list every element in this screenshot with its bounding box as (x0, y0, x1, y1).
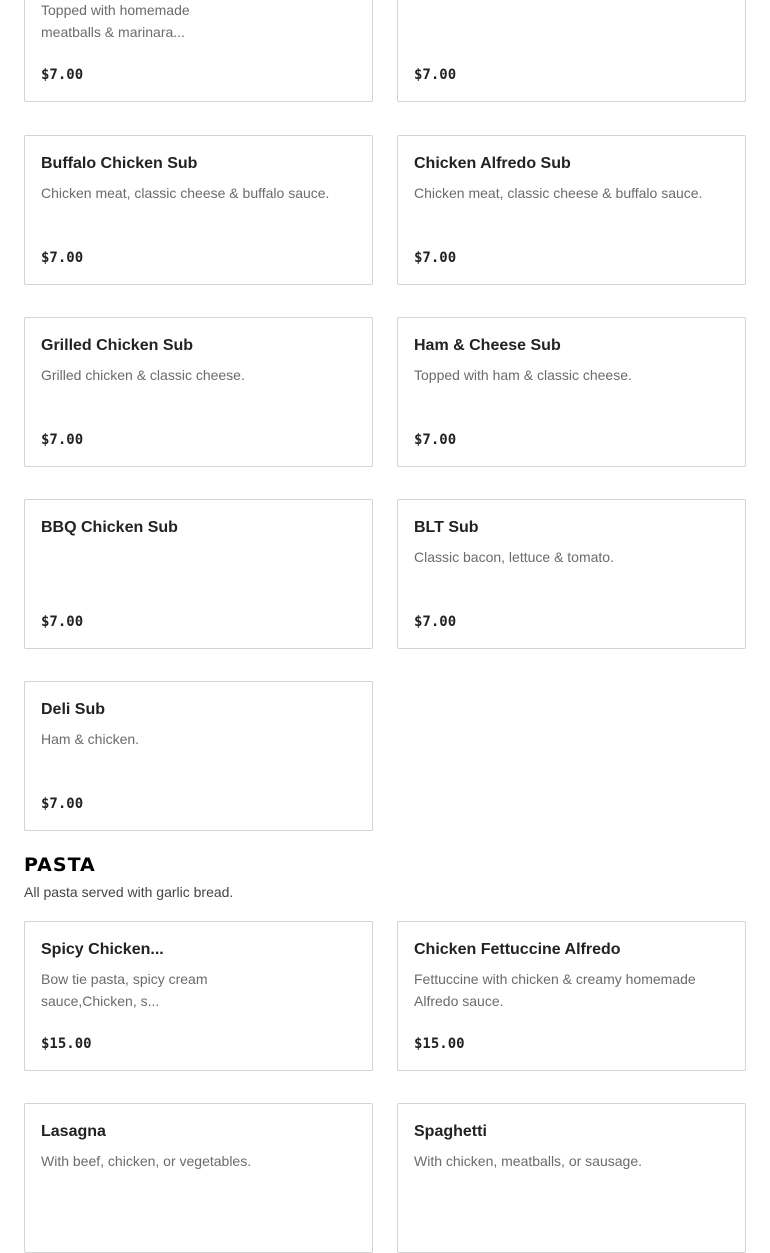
item-name: Spicy Chicken... (41, 941, 164, 958)
item-price: $7.00 (41, 67, 84, 83)
item-price: $7.00 (41, 796, 84, 812)
item-description: With chicken, meatballs, or sausage. (414, 1153, 642, 1169)
menu-item-card[interactable]: Buffalo Chicken Sub Chicken meat, classi… (24, 135, 373, 285)
menu-item-card[interactable]: $7.00 (397, 0, 746, 102)
menu-item-card[interactable]: Spicy Chicken... Bow tie pasta, spicy cr… (24, 921, 373, 1071)
item-price: $15.00 (414, 1036, 465, 1052)
item-price: $7.00 (41, 614, 84, 630)
item-description: Topped with ham & classic cheese. (414, 367, 632, 383)
item-name: BLT Sub (414, 519, 479, 536)
section-title: PASTA (24, 854, 96, 876)
item-description: Grilled chicken & classic cheese. (41, 367, 245, 383)
item-price: $7.00 (414, 250, 457, 266)
menu-item-card[interactable]: Chicken Fettuccine Alfredo Fettuccine wi… (397, 921, 746, 1071)
section-subtitle: All pasta served with garlic bread. (24, 884, 234, 900)
item-name: Buffalo Chicken Sub (41, 155, 198, 172)
item-name: Lasagna (41, 1123, 106, 1140)
item-description: Ham & chicken. (41, 731, 140, 747)
item-name: Chicken Alfredo Sub (414, 155, 571, 172)
item-description: With beef, chicken, or vegetables. (41, 1153, 252, 1169)
menu-item-card[interactable]: BLT Sub Classic bacon, lettuce & tomato.… (397, 499, 746, 649)
item-description: Chicken meat, classic cheese & buffalo s… (41, 185, 330, 201)
item-name: Grilled Chicken Sub (41, 337, 194, 354)
item-description: Topped with homemade meatballs & marinar… (41, 2, 190, 40)
menu-item-card[interactable]: Ham & Cheese Sub Topped with ham & class… (397, 317, 746, 467)
menu-item-card[interactable]: Spaghetti With chicken, meatballs, or sa… (397, 1103, 746, 1253)
item-price: $7.00 (414, 67, 457, 83)
item-description: Bow tie pasta, spicy cream sauce,Chicken… (41, 971, 208, 1009)
menu-item-card[interactable]: Lasagna With beef, chicken, or vegetable… (24, 1103, 373, 1253)
item-name: Ham & Cheese Sub (414, 337, 561, 354)
menu-item-card[interactable]: Deli Sub Ham & chicken. $7.00 (24, 681, 373, 831)
item-price: $7.00 (41, 250, 84, 266)
item-description: Fettuccine with chicken & creamy homemad… (414, 971, 696, 1009)
item-price: $7.00 (414, 432, 457, 448)
item-name: BBQ Chicken Sub (41, 519, 178, 536)
item-price: $15.00 (41, 1036, 92, 1052)
item-name: Deli Sub (41, 701, 106, 718)
item-name: Spaghetti (414, 1123, 487, 1140)
menu-item-card[interactable]: Grilled Chicken Sub Grilled chicken & cl… (24, 317, 373, 467)
menu-item-card[interactable]: BBQ Chicken Sub $7.00 (24, 499, 373, 649)
item-description: Chicken meat, classic cheese & buffalo s… (414, 185, 703, 201)
item-name: Chicken Fettuccine Alfredo (414, 941, 621, 958)
item-price: $7.00 (414, 614, 457, 630)
item-price: $7.00 (41, 432, 84, 448)
item-description: Classic bacon, lettuce & tomato. (414, 549, 614, 565)
menu-item-card[interactable]: Chicken Alfredo Sub Chicken meat, classi… (397, 135, 746, 285)
menu-item-card[interactable]: Topped with homemade meatballs & marinar… (24, 0, 373, 102)
